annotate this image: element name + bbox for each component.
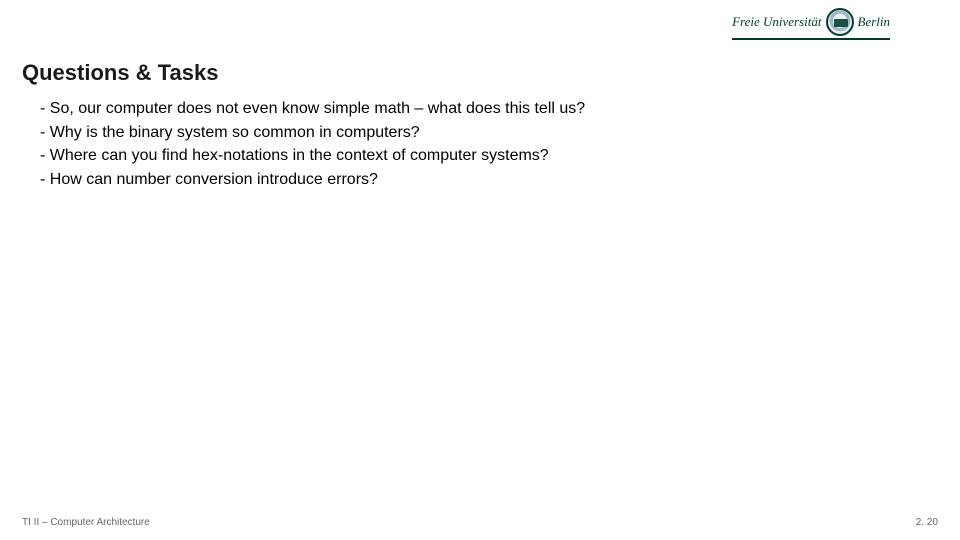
list-item: - So, our computer does not even know si… xyxy=(40,98,900,120)
bullet-list: - So, our computer does not even know si… xyxy=(40,98,900,192)
slide-title: Questions & Tasks xyxy=(22,60,218,86)
footer-course: TI II – Computer Architecture xyxy=(22,517,150,528)
logo-text-right: Berlin xyxy=(858,14,891,30)
list-item: - Where can you find hex-notations in th… xyxy=(40,145,900,167)
slide: Freie Universität Berlin Questions & Tas… xyxy=(0,0,960,540)
list-item: - Why is the binary system so common in … xyxy=(40,122,900,144)
list-item: - How can number conversion introduce er… xyxy=(40,169,900,191)
footer-page-number: 2. 20 xyxy=(916,517,938,528)
university-logo: Freie Universität Berlin xyxy=(732,8,890,40)
logo-text: Freie Universität Berlin xyxy=(732,8,890,36)
seal-icon xyxy=(826,8,854,36)
logo-text-left: Freie Universität xyxy=(732,14,821,30)
